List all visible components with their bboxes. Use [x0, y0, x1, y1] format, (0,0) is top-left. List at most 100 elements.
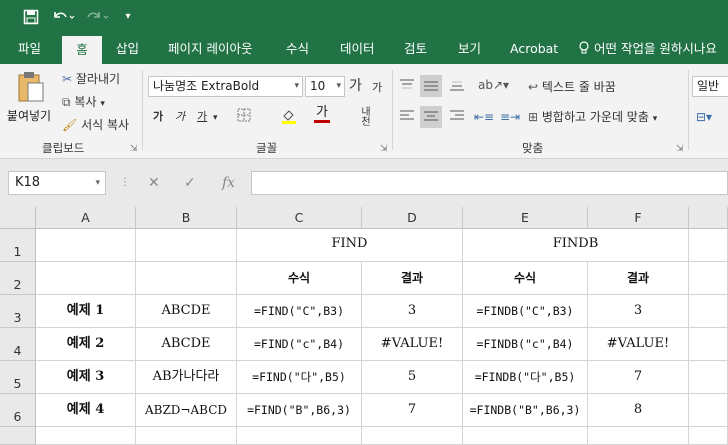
cell-b6[interactable]: ABZD¬ABCD — [136, 394, 237, 427]
cell-c2[interactable]: 수식 — [237, 262, 362, 295]
column-header-d[interactable]: D — [362, 207, 463, 229]
cell-c4[interactable]: =FIND("c",B4) — [237, 328, 362, 361]
merge-center-button[interactable]: ⊞ 병합하고 가운데 맞춤 ▾ — [528, 108, 657, 128]
copy-button[interactable]: ⧉ 복사 ▾ — [62, 93, 105, 113]
enter-icon[interactable]: ✓ — [184, 171, 196, 195]
cell-b4[interactable]: ABCDE — [136, 328, 237, 361]
bold-button[interactable]: 가 — [153, 108, 163, 126]
paste-button[interactable]: 붙여넣기 — [4, 70, 56, 132]
cell-a7[interactable] — [36, 427, 136, 445]
grow-font-button[interactable]: 가 — [349, 77, 362, 95]
cell-d5[interactable]: 5 — [362, 361, 463, 394]
cell-a5[interactable]: 예제 3 — [36, 361, 136, 394]
cancel-icon[interactable]: ✕ — [148, 171, 160, 195]
cell-c7[interactable] — [237, 427, 362, 445]
wrap-text-button[interactable]: ↩ 텍스트 줄 바꿈 — [528, 78, 616, 96]
cell-e7[interactable] — [463, 427, 588, 445]
cell-f6[interactable]: 8 — [588, 394, 689, 427]
increase-indent-icon[interactable]: ≡⇥ — [500, 108, 520, 126]
cell-d4[interactable]: #VALUE! — [362, 328, 463, 361]
font-size-select[interactable]: 10 ▾ — [305, 76, 345, 97]
tab-insert[interactable]: 삽입 — [116, 34, 139, 64]
fill-color-icon[interactable] — [280, 107, 298, 130]
column-header-b[interactable]: B — [136, 207, 237, 229]
cell-g3[interactable] — [689, 295, 728, 328]
cell-a2[interactable] — [36, 262, 136, 295]
cell-c1-d1-merged[interactable]: FIND — [237, 229, 463, 262]
name-box[interactable]: K18 ▾ — [8, 171, 106, 195]
tab-review[interactable]: 검토 — [404, 34, 427, 64]
tell-me-box[interactable]: 어떤 작업을 원하시나요 — [578, 34, 717, 64]
cell-e6[interactable]: =FINDB("B",B6,3) — [463, 394, 588, 427]
alignment-launcher-icon[interactable]: ⇲ — [676, 144, 684, 154]
chevron-down-icon[interactable]: ▾ — [213, 109, 218, 127]
cell-f7[interactable] — [588, 427, 689, 445]
cell-g2[interactable] — [689, 262, 728, 295]
cell-a3[interactable]: 예제 1 — [36, 295, 136, 328]
save-icon[interactable] — [20, 6, 42, 31]
row-header-5[interactable]: 5 — [0, 361, 36, 394]
cell-a1[interactable] — [36, 229, 136, 262]
font-name-select[interactable]: 나눔명조 ExtraBold ▾ — [148, 76, 303, 97]
column-header-e[interactable]: E — [463, 207, 588, 229]
font-color-icon[interactable]: 가 — [314, 106, 330, 123]
number-format-select[interactable]: 일반 — [692, 76, 728, 97]
row-header-7[interactable] — [0, 427, 36, 445]
align-left-icon[interactable] — [398, 109, 416, 128]
row-header-2[interactable]: 2 — [0, 262, 36, 295]
currency-icon[interactable]: ⊟▾ — [696, 108, 712, 126]
cell-g1[interactable] — [689, 229, 728, 262]
tab-page-layout[interactable]: 페이지 레이아웃 — [168, 34, 252, 64]
font-launcher-icon[interactable]: ⇲ — [380, 144, 388, 154]
cell-f2[interactable]: 결과 — [588, 262, 689, 295]
tab-view[interactable]: 보기 — [458, 34, 481, 64]
align-top-icon[interactable] — [398, 78, 416, 97]
tab-home[interactable]: 홈 — [62, 34, 102, 64]
underline-button[interactable]: 가 — [197, 108, 207, 126]
clipboard-launcher-icon[interactable]: ⇲ — [130, 144, 138, 154]
select-all-button[interactable] — [0, 207, 36, 229]
shrink-font-button[interactable]: 가 — [372, 79, 382, 97]
cell-e5[interactable]: =FINDB("다",B5) — [463, 361, 588, 394]
insert-function-icon[interactable]: fx — [222, 171, 235, 195]
cell-b7[interactable] — [136, 427, 237, 445]
cell-b5[interactable]: AB가나다라 — [136, 361, 237, 394]
cut-button[interactable]: ✂ 잘라내기 — [62, 70, 120, 88]
cell-e1-f1-merged[interactable]: FINDB — [463, 229, 689, 262]
tab-acrobat[interactable]: Acrobat — [510, 34, 558, 64]
cell-c5[interactable]: =FIND("다",B5) — [237, 361, 362, 394]
cell-f4[interactable]: #VALUE! — [588, 328, 689, 361]
cell-a4[interactable]: 예제 2 — [36, 328, 136, 361]
cell-b2[interactable] — [136, 262, 237, 295]
cell-g7[interactable] — [689, 427, 728, 445]
cell-f5[interactable]: 7 — [588, 361, 689, 394]
decrease-indent-icon[interactable]: ⇤≡ — [474, 108, 494, 126]
orientation-icon[interactable]: ab↗▾ — [478, 76, 509, 94]
format-painter-button[interactable]: 🖌 서식 복사 — [62, 116, 129, 134]
row-header-4[interactable]: 4 — [0, 328, 36, 361]
cell-c6[interactable]: =FIND("B",B6,3) — [237, 394, 362, 427]
undo-icon[interactable] — [50, 6, 78, 31]
cell-e4[interactable]: =FINDB("c",B4) — [463, 328, 588, 361]
column-header-c[interactable]: C — [237, 207, 362, 229]
tab-data[interactable]: 데이터 — [340, 34, 375, 64]
cell-f3[interactable]: 3 — [588, 295, 689, 328]
formula-input[interactable] — [251, 171, 728, 195]
align-bottom-icon[interactable] — [448, 78, 466, 97]
border-icon[interactable] — [236, 107, 252, 128]
cell-d7[interactable] — [362, 427, 463, 445]
row-header-3[interactable]: 3 — [0, 295, 36, 328]
column-header-g[interactable] — [689, 207, 728, 229]
column-header-f[interactable]: F — [588, 207, 689, 229]
cell-e3[interactable]: =FINDB("C",B3) — [463, 295, 588, 328]
cell-c3[interactable]: =FIND("C",B3) — [237, 295, 362, 328]
cell-a6[interactable]: 예제 4 — [36, 394, 136, 427]
align-middle-icon[interactable] — [420, 75, 442, 97]
align-right-icon[interactable] — [448, 109, 466, 128]
cell-d2[interactable]: 결과 — [362, 262, 463, 295]
align-center-icon[interactable] — [420, 106, 442, 128]
cell-b1[interactable] — [136, 229, 237, 262]
column-header-a[interactable]: A — [36, 207, 136, 229]
cell-e2[interactable]: 수식 — [463, 262, 588, 295]
row-header-6[interactable]: 6 — [0, 394, 36, 427]
